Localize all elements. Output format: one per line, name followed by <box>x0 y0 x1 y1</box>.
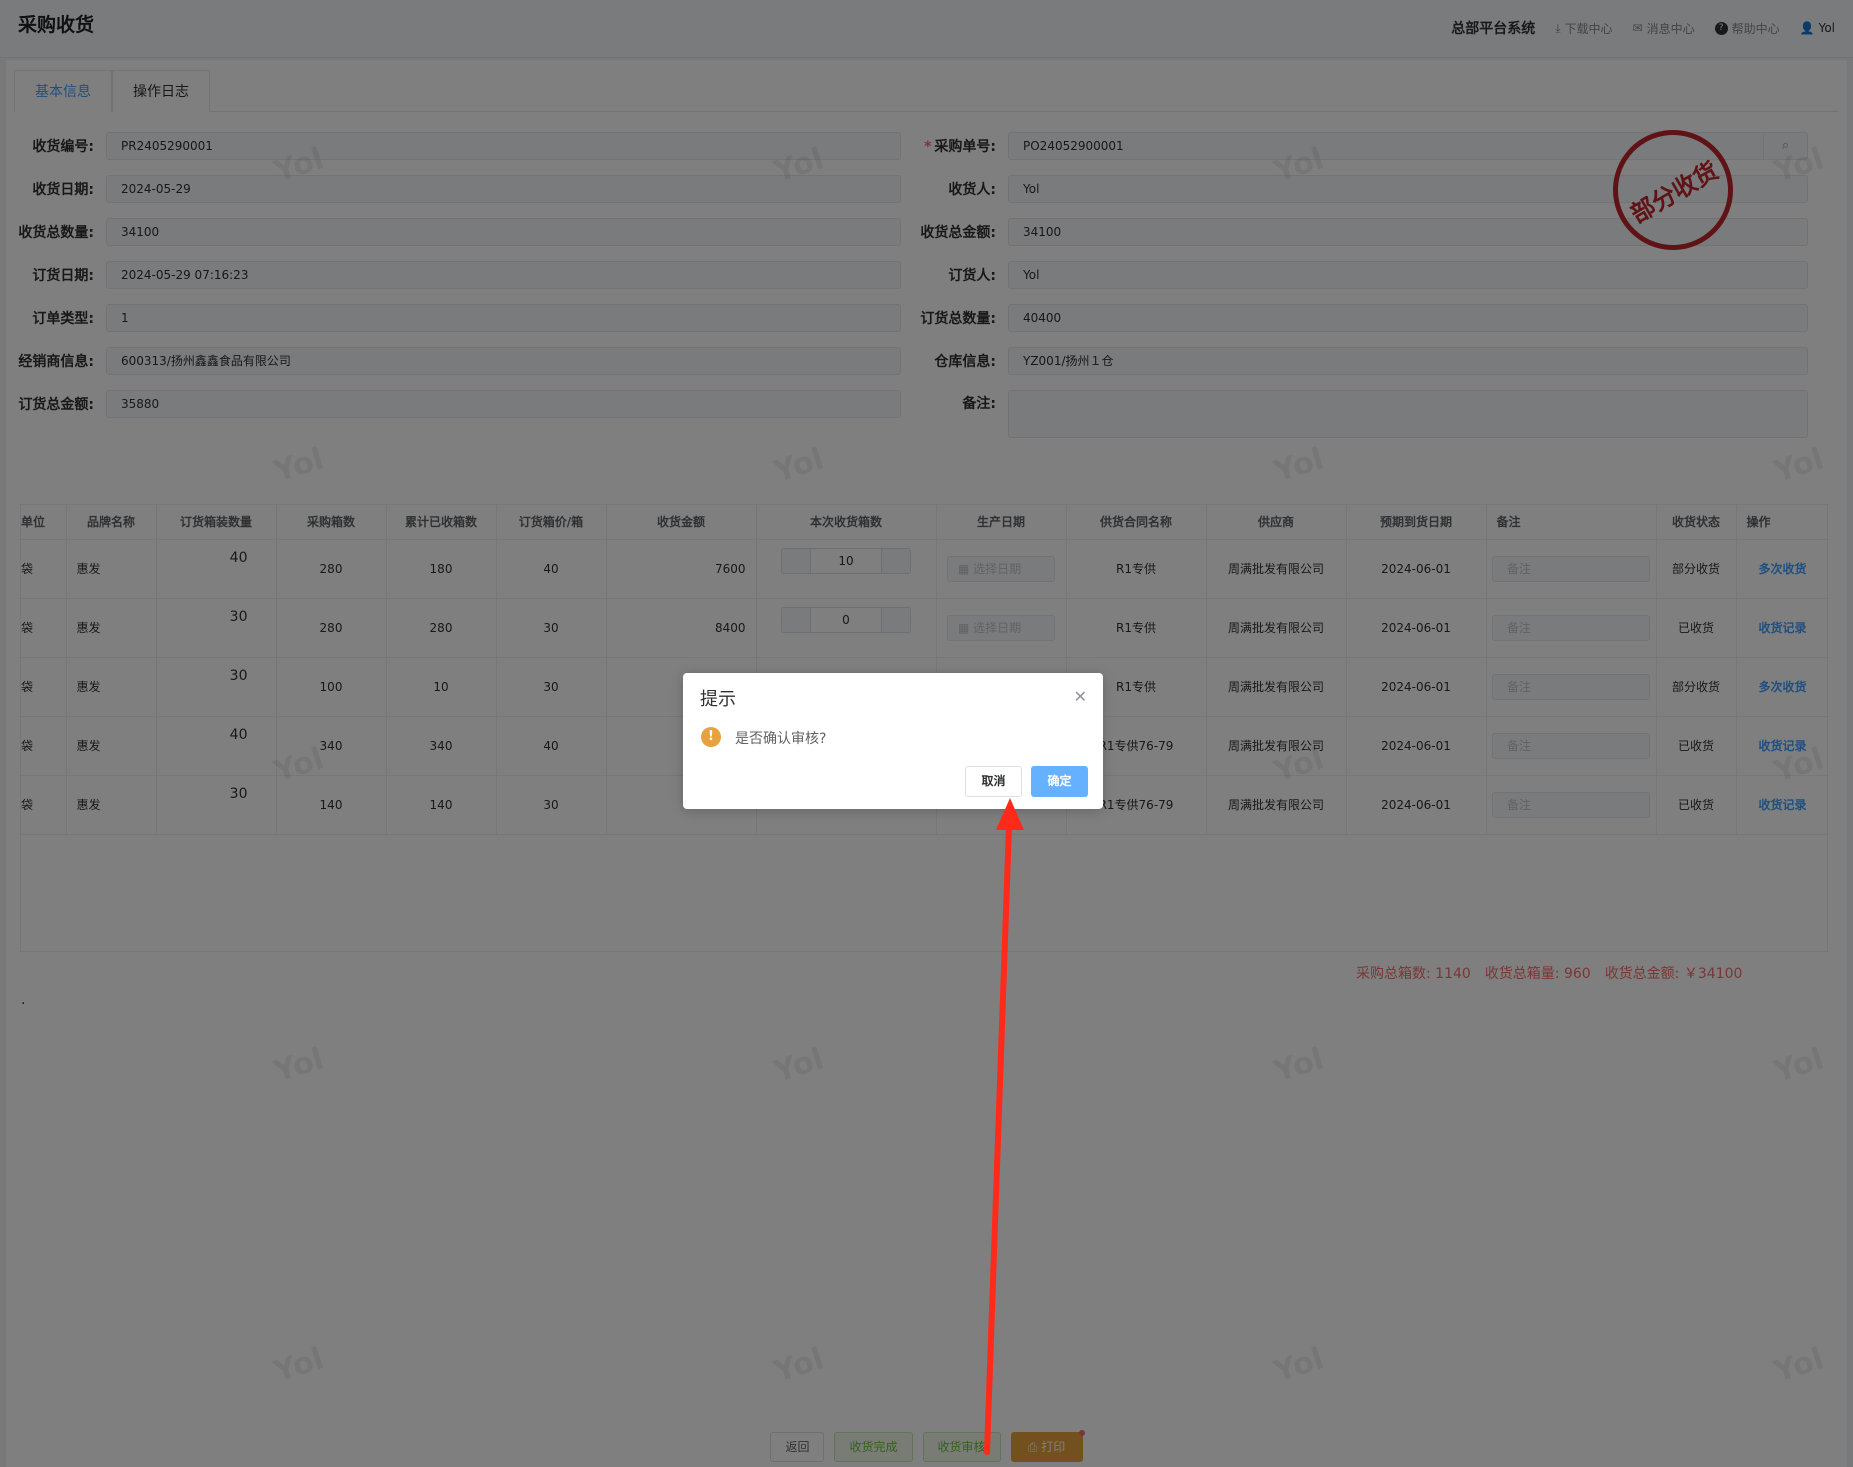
close-icon[interactable]: ✕ <box>1074 687 1087 706</box>
dialog-title: 提示 <box>700 689 736 710</box>
warning-icon: ! <box>701 727 721 747</box>
confirm-button[interactable]: 确定 <box>1031 766 1088 797</box>
cancel-button[interactable]: 取消 <box>965 766 1022 797</box>
dialog-message: 是否确认审核? <box>735 731 827 747</box>
confirm-dialog: 提示 ✕ ! 是否确认审核? 取消 确定 <box>683 673 1103 809</box>
